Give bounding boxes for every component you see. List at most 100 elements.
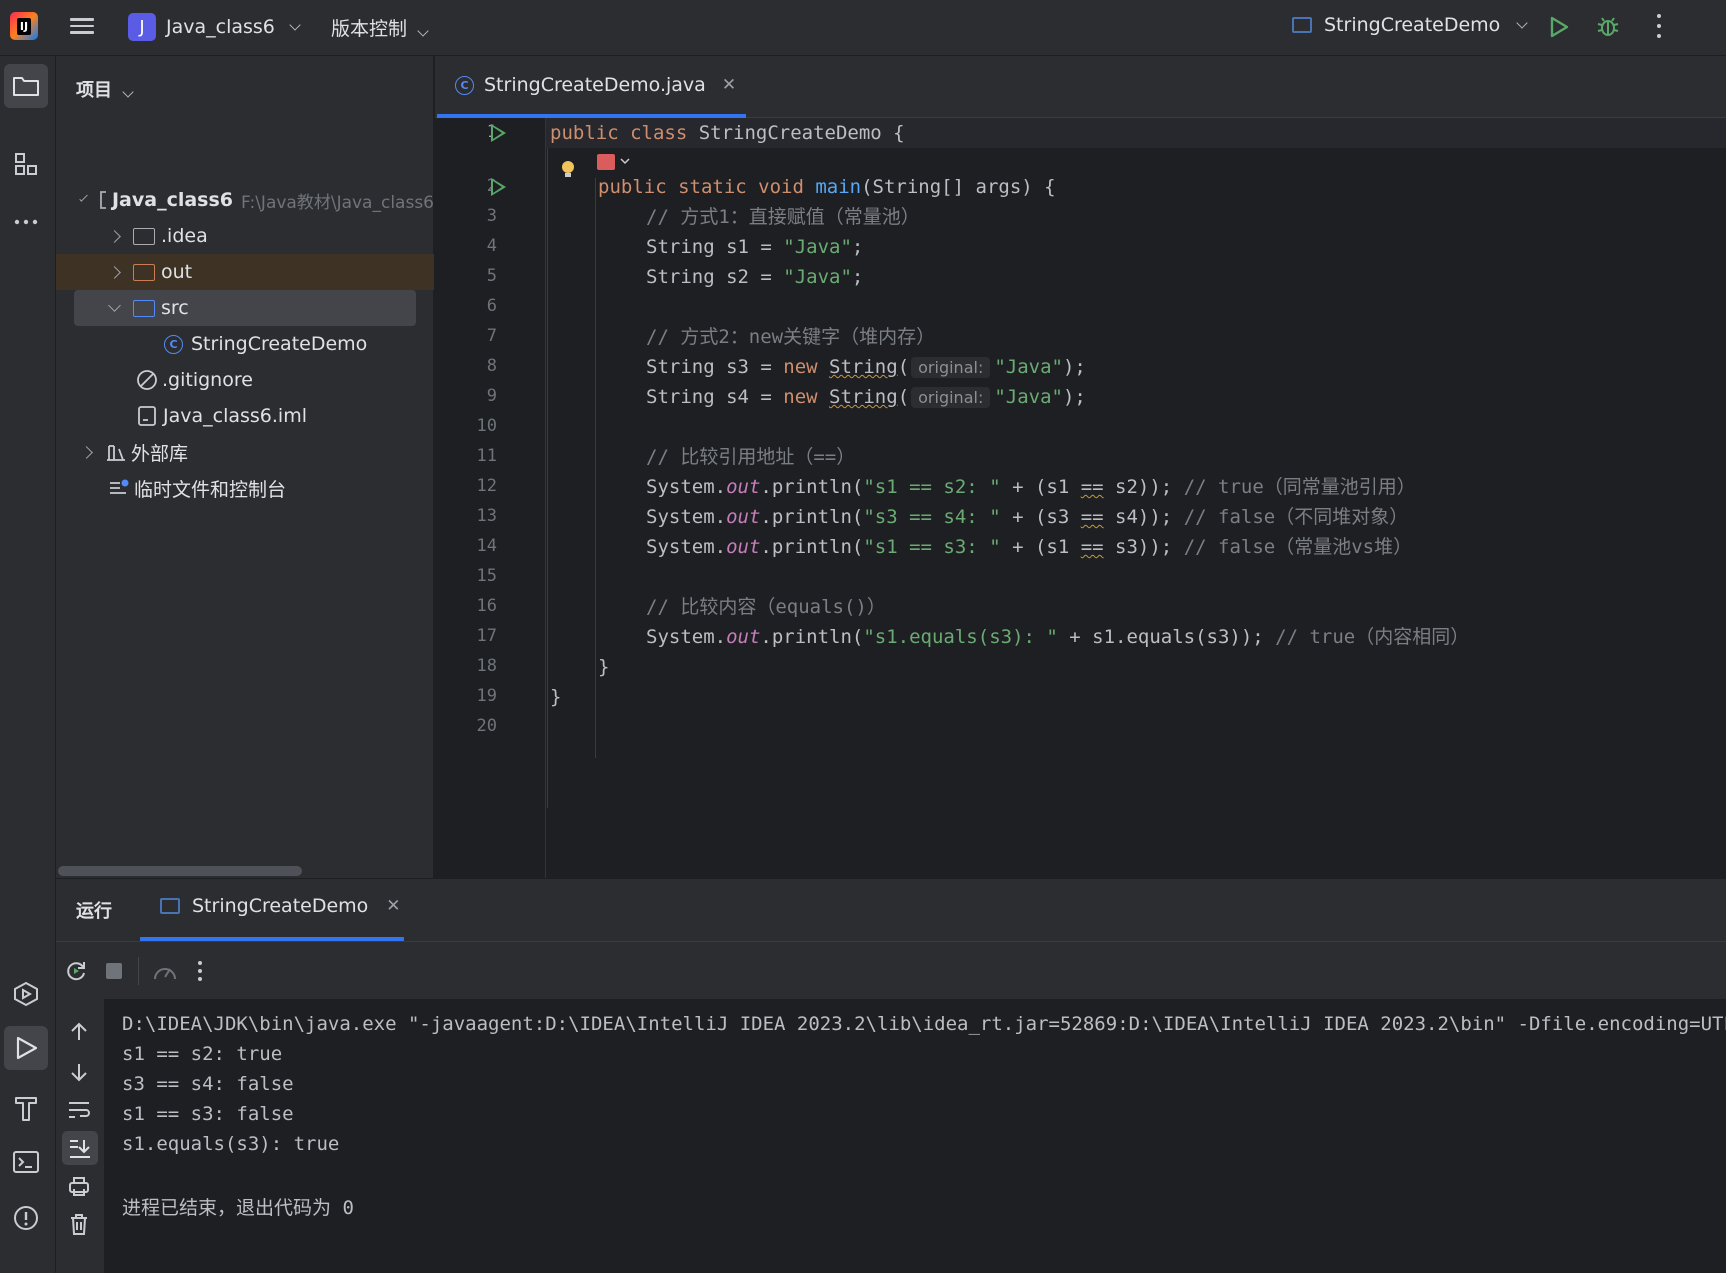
trash-icon[interactable] — [68, 1213, 90, 1237]
problems-tool-button[interactable] — [4, 1196, 48, 1240]
ignore-file-icon — [137, 370, 157, 390]
code-line-17: System.out.println("s1.equals(s3): " + s… — [646, 626, 1470, 648]
line-number: 1 — [486, 122, 497, 142]
editor-tabs: C StringCreateDemo.java ✕ — [435, 56, 1726, 118]
code-line-3: // 方式1：直接赋值（常量池） — [646, 206, 920, 228]
services-tool-button[interactable] — [4, 972, 48, 1016]
main-menu-icon[interactable] — [68, 14, 96, 38]
horizontal-scrollbar[interactable] — [58, 866, 302, 876]
close-icon[interactable]: ✕ — [386, 896, 400, 916]
line-number: 5 — [486, 266, 497, 286]
run-class-gutter-icon[interactable] — [491, 124, 506, 142]
inspection-widget-icon[interactable] — [597, 154, 631, 170]
structure-tool-button[interactable] — [4, 142, 48, 186]
collapsed-arrow-icon[interactable] — [80, 445, 93, 459]
tree-item-src[interactable]: src — [74, 290, 416, 326]
run-main-gutter-icon[interactable] — [491, 178, 506, 196]
expand-arrow-icon[interactable] — [108, 299, 121, 312]
code-line-12: System.out.println("s1 == s2: " + (s1 ==… — [646, 476, 1416, 498]
code-editor[interactable]: 1 2 3 4 5 6 7 8 9 10 11 12 13 14 15 16 17 18 19 20 public c… — [435, 118, 1726, 878]
tree-item-label: 临时文件和控制台 — [134, 478, 287, 501]
excluded-folder-icon — [133, 263, 155, 281]
project-name: Java_class6 — [166, 16, 275, 38]
more-horizontal-icon — [14, 219, 38, 225]
code-line-4: String s1 = "Java"; — [646, 236, 864, 258]
terminal-tool-button[interactable] — [4, 1140, 48, 1184]
build-tool-button[interactable] — [4, 1086, 48, 1130]
project-badge: J — [128, 13, 156, 41]
tree-item-project-root[interactable]: Java_class6 F:\Java教材\Java_class6 — [56, 182, 434, 218]
arrow-down-icon[interactable] — [68, 1061, 90, 1083]
tree-item-stringcreatedemo[interactable]: C StringCreateDemo — [56, 326, 434, 362]
project-panel: 项目 Java_class6 F:\Java教材\Java_class6 .id… — [56, 56, 434, 878]
run-tool-button[interactable] — [4, 1026, 48, 1070]
tree-item-label: 外部库 — [131, 442, 189, 465]
debug-button[interactable] — [1596, 14, 1620, 38]
line-number: 18 — [476, 656, 497, 676]
collapsed-arrow-icon[interactable] — [108, 265, 121, 279]
code-line-1: public class StringCreateDemo { — [550, 122, 905, 144]
run-button[interactable] — [1548, 15, 1570, 43]
divider — [138, 957, 139, 985]
run-configuration-selector[interactable]: StringCreateDemo — [1292, 14, 1528, 36]
module-folder-icon — [100, 191, 106, 209]
close-icon[interactable]: ✕ — [722, 75, 736, 95]
arrow-up-icon[interactable] — [68, 1021, 90, 1043]
tab-stringcreatedemo-java[interactable]: C StringCreateDemo.java ✕ — [455, 74, 736, 96]
stop-icon[interactable] — [104, 961, 124, 981]
soft-wrap-icon[interactable] — [66, 1099, 92, 1121]
console-line-command: D:\IDEA\JDK\bin\java.exe "-javaagent:D:\… — [122, 1013, 1726, 1035]
folder-icon — [13, 77, 39, 96]
module-file-icon — [138, 406, 156, 426]
coverage-icon[interactable] — [152, 959, 178, 983]
problems-icon — [14, 1206, 38, 1230]
java-class-icon: C — [455, 75, 474, 95]
tree-item-scratches[interactable]: 临时文件和控制台 — [56, 470, 434, 506]
expand-arrow-icon[interactable] — [79, 193, 88, 202]
app-window-icon — [160, 898, 180, 914]
code-line-2: public static void main(String[] args) { — [598, 176, 1056, 198]
run-icon — [16, 1036, 38, 1060]
line-number: 4 — [486, 236, 497, 256]
parameter-inlay-hint: original: — [911, 357, 991, 378]
scratches-icon — [110, 479, 129, 494]
collapsed-arrow-icon[interactable] — [108, 229, 121, 243]
lightbulb-icon[interactable] — [561, 160, 575, 180]
services-icon — [14, 981, 38, 1007]
tree-item-gitignore[interactable]: .gitignore — [56, 362, 434, 398]
line-number: 11 — [476, 446, 497, 466]
project-tool-button[interactable] — [4, 64, 48, 108]
tree-item-external-libraries[interactable]: 外部库 — [56, 434, 434, 470]
more-actions-icon[interactable] — [196, 959, 204, 983]
line-number: 6 — [486, 296, 497, 316]
source-folder-icon — [133, 299, 155, 317]
more-tools-button[interactable] — [4, 200, 48, 244]
print-icon[interactable] — [67, 1175, 91, 1197]
code-line-7: // 方式2：new关键字（堆内存） — [646, 326, 936, 348]
divider — [56, 941, 1726, 942]
vcs-label: 版本控制 — [331, 18, 408, 40]
more-actions-icon[interactable] — [1656, 14, 1662, 38]
project-switcher[interactable]: J Java_class6 — [128, 10, 301, 44]
editor-gutter: 1 2 3 4 5 6 7 8 9 10 11 12 13 14 15 16 17 18 19 20 — [435, 118, 545, 878]
console-output[interactable]: D:\IDEA\JDK\bin\java.exe "-javaagent:D:\… — [104, 999, 1726, 1273]
console-line-exit-status: 进程已结束，退出代码为 0 — [122, 1197, 354, 1219]
chevron-down-icon — [289, 19, 301, 31]
tree-item-iml[interactable]: Java_class6.iml — [56, 398, 434, 434]
vcs-menu[interactable]: 版本控制 — [331, 14, 429, 41]
line-number: 2 — [486, 176, 497, 196]
tree-item-out[interactable]: out — [56, 254, 434, 290]
title-bar: IJ J Java_class6 版本控制 StringCreateDemo — [0, 0, 1726, 56]
scroll-to-end-button[interactable] — [62, 1131, 98, 1165]
indent-guide — [595, 178, 596, 758]
rerun-icon[interactable] — [64, 959, 88, 983]
tree-item-idea[interactable]: .idea — [56, 218, 434, 254]
line-number: 10 — [476, 416, 497, 436]
tab-label: StringCreateDemo.java — [484, 74, 706, 96]
run-config-name: StringCreateDemo — [1324, 14, 1501, 36]
run-tab-stringcreatedemo[interactable]: StringCreateDemo ✕ — [160, 895, 401, 917]
left-tool-strip — [0, 56, 56, 1273]
project-panel-header[interactable]: 项目 — [76, 76, 134, 102]
chevron-down-icon — [417, 25, 429, 37]
line-number: 8 — [486, 356, 497, 376]
